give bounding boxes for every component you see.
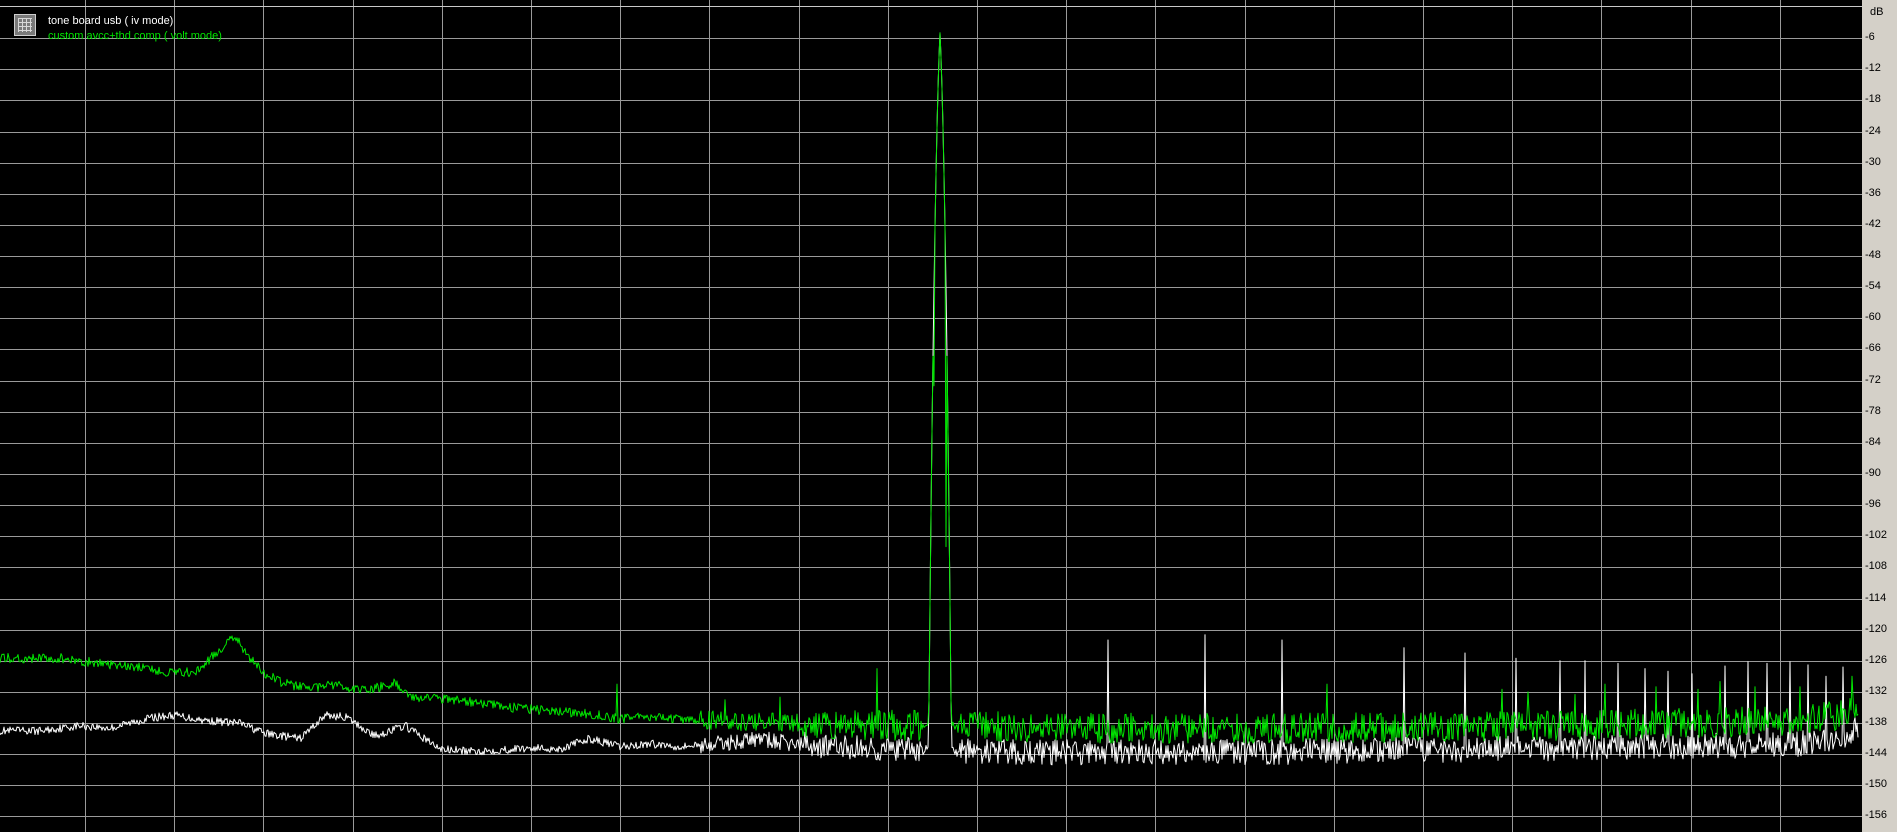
y-tick-label: -48 bbox=[1865, 249, 1881, 262]
y-tick-label: -102 bbox=[1865, 529, 1888, 542]
y-tick-label: -84 bbox=[1865, 435, 1881, 448]
y-tick-label: -6 bbox=[1865, 31, 1875, 44]
y-tick-label: -18 bbox=[1865, 93, 1881, 106]
y-axis-panel: dB -6 -12 -18 -24 -30 -36 -42 -48 -54 -60 -66 -72 -7… bbox=[1862, 0, 1897, 832]
y-tick-label: -96 bbox=[1865, 498, 1881, 511]
y-tick-label: -30 bbox=[1865, 155, 1881, 168]
y-tick-label: -138 bbox=[1865, 716, 1888, 729]
spectrum-plot bbox=[0, 0, 1862, 832]
y-tick-label: -12 bbox=[1865, 62, 1881, 75]
spectrum-window: tone board usb ( iv mode) custom avcc+th… bbox=[0, 0, 1897, 832]
legend-entry-white: tone board usb ( iv mode) bbox=[48, 15, 174, 27]
y-tick-label: -114 bbox=[1865, 591, 1887, 604]
y-tick-label: -66 bbox=[1865, 342, 1881, 355]
y-tick-label: -24 bbox=[1865, 124, 1881, 137]
y-tick-label: -60 bbox=[1865, 311, 1881, 324]
y-axis-unit-label: dB bbox=[1870, 6, 1884, 18]
y-tick-label: -132 bbox=[1865, 684, 1888, 697]
y-tick-label: -108 bbox=[1865, 560, 1888, 573]
y-tick-label: -72 bbox=[1865, 373, 1881, 386]
y-tick-label: -144 bbox=[1865, 747, 1888, 760]
y-tick-label: -126 bbox=[1865, 653, 1888, 666]
y-tick-label: -54 bbox=[1865, 280, 1881, 293]
plot-background bbox=[0, 0, 1862, 832]
y-tick-label: -156 bbox=[1865, 809, 1888, 822]
y-tick-label: -90 bbox=[1865, 466, 1881, 479]
y-tick-label: -36 bbox=[1865, 186, 1881, 199]
legend: tone board usb ( iv mode) custom avcc+th… bbox=[14, 14, 222, 44]
y-tick-label: -78 bbox=[1865, 404, 1881, 417]
y-tick-label: -120 bbox=[1865, 622, 1888, 635]
legend-entry-green: custom avcc+thd comp ( volt mode) bbox=[48, 30, 222, 42]
legend-entries: tone board usb ( iv mode) custom avcc+th… bbox=[48, 14, 222, 44]
grid-icon[interactable] bbox=[14, 14, 36, 36]
y-tick-label: -150 bbox=[1865, 778, 1888, 791]
y-tick-label: -42 bbox=[1865, 217, 1881, 230]
